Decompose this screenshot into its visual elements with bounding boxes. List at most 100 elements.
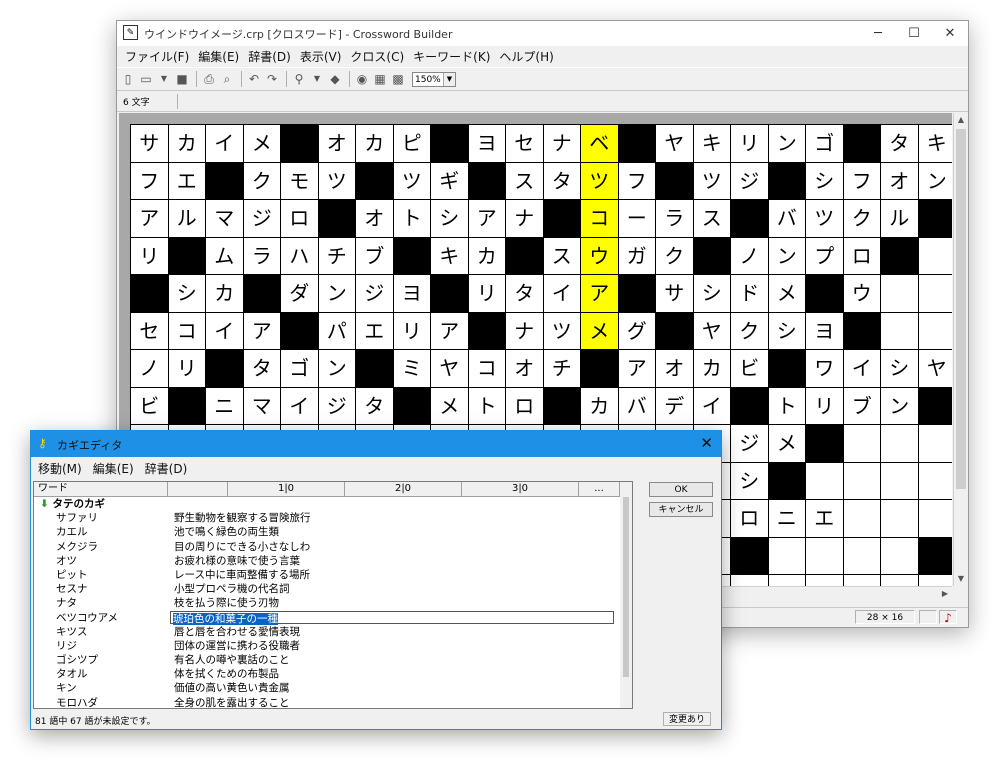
menu-move[interactable]: 移動(M): [34, 460, 86, 477]
menu-file[interactable]: ファイル(F): [121, 48, 193, 65]
grid-cell[interactable]: シ: [731, 462, 769, 500]
grid-cell[interactable]: ト: [468, 387, 506, 425]
grid-cell[interactable]: グ: [618, 312, 656, 350]
grid-cell[interactable]: イ: [843, 350, 881, 388]
grid-cell[interactable]: ク: [656, 237, 694, 275]
grid-cell[interactable]: ツ: [693, 162, 731, 200]
clue-row[interactable]: オツ お疲れ様の意味で使う言葉: [34, 554, 620, 568]
grid-cell[interactable]: フ: [843, 162, 881, 200]
grid-cell[interactable]: ダ: [281, 275, 319, 313]
scroll-right-icon[interactable]: ▶: [938, 587, 952, 601]
grid-cell[interactable]: ン: [318, 350, 356, 388]
black-cell[interactable]: [843, 125, 881, 163]
music-note-icon[interactable]: ♪: [939, 610, 957, 625]
grid-cell[interactable]: ジ: [731, 425, 769, 463]
scroll-down-icon[interactable]: ▼: [954, 572, 968, 586]
undo-icon[interactable]: ↶: [246, 71, 262, 87]
grid-cell[interactable]: ブ: [356, 237, 394, 275]
title-bar[interactable]: ✎ ウインドウイメージ.crp [クロスワード] - Crossword Bui…: [117, 21, 968, 46]
black-cell[interactable]: [168, 237, 206, 275]
grid-cell[interactable]: ビ: [731, 350, 769, 388]
black-cell[interactable]: [918, 537, 952, 575]
black-cell[interactable]: [506, 237, 544, 275]
grid-cell[interactable]: ド: [731, 275, 769, 313]
vertical-scrollbar[interactable]: ▲ ▼: [953, 113, 968, 586]
grid-cell[interactable]: ス: [543, 237, 581, 275]
grid-cell[interactable]: ア: [431, 312, 469, 350]
grid-cell[interactable]: コ: [168, 312, 206, 350]
black-cell[interactable]: [656, 312, 694, 350]
print-icon[interactable]: ⎙: [201, 71, 217, 87]
grid-cell[interactable]: ア: [618, 350, 656, 388]
grid-cell[interactable]: [918, 312, 952, 350]
grid-cell[interactable]: ア: [243, 312, 281, 350]
grid-cell[interactable]: シ: [881, 350, 919, 388]
grid-cell[interactable]: メ: [768, 275, 806, 313]
menu-cross[interactable]: クロス(C): [346, 48, 408, 65]
grid-cell[interactable]: ロ: [843, 237, 881, 275]
clue-row[interactable]: ピット レース中に車両整備する場所: [34, 568, 620, 582]
black-cell[interactable]: [806, 425, 844, 463]
black-cell[interactable]: [131, 275, 169, 313]
grid-cell[interactable]: イ: [206, 125, 244, 163]
dialog-close-button[interactable]: ✕: [700, 434, 713, 452]
black-cell[interactable]: [243, 275, 281, 313]
grid-cell[interactable]: タ: [543, 162, 581, 200]
grid-cell[interactable]: フ: [618, 162, 656, 200]
grid-cell[interactable]: メ: [768, 425, 806, 463]
grid-cell[interactable]: ン: [768, 237, 806, 275]
grid-cell[interactable]: [918, 462, 952, 500]
grid-cell[interactable]: イ: [543, 275, 581, 313]
grid-cell[interactable]: ス: [693, 200, 731, 238]
save-icon[interactable]: ■: [174, 71, 190, 87]
grid-cell[interactable]: ア: [468, 200, 506, 238]
grid-cell[interactable]: チ: [543, 350, 581, 388]
grid-cell[interactable]: ル: [168, 200, 206, 238]
grid-cell[interactable]: セ: [131, 312, 169, 350]
grid-cell[interactable]: シ: [768, 312, 806, 350]
grid-cell[interactable]: カ: [468, 237, 506, 275]
grid-cell[interactable]: ヨ: [468, 125, 506, 163]
grid-cell[interactable]: ヤ: [656, 125, 694, 163]
grid-cell[interactable]: オ: [881, 162, 919, 200]
grid-cell[interactable]: キ: [431, 237, 469, 275]
grid-cell[interactable]: ヤ: [431, 350, 469, 388]
grid-cell[interactable]: プ: [806, 237, 844, 275]
grid-cell[interactable]: モ: [281, 162, 319, 200]
black-cell[interactable]: [843, 312, 881, 350]
black-cell[interactable]: [468, 312, 506, 350]
black-cell[interactable]: [918, 387, 952, 425]
menu-edit[interactable]: 編集(E): [194, 48, 243, 65]
black-cell[interactable]: [656, 162, 694, 200]
grid-cell[interactable]: コ: [581, 200, 619, 238]
grid-cell[interactable]: ロ: [281, 200, 319, 238]
menu-dictionary[interactable]: 辞書(D): [141, 460, 192, 477]
grid-cell[interactable]: メ: [581, 312, 619, 350]
grid-fill-icon[interactable]: ▩: [390, 71, 406, 87]
grid-cell[interactable]: タ: [243, 350, 281, 388]
grid-cell[interactable]: ヤ: [693, 312, 731, 350]
disk-icon[interactable]: ◉: [354, 71, 370, 87]
grid-cell[interactable]: ハ: [281, 237, 319, 275]
grid-cell[interactable]: ア: [131, 200, 169, 238]
grid-cell[interactable]: ウ: [581, 237, 619, 275]
zoom-select[interactable]: 150% ▼: [412, 71, 456, 87]
grid-cell[interactable]: カ: [206, 275, 244, 313]
scroll-thumb[interactable]: [956, 129, 966, 489]
grid-cell[interactable]: サ: [131, 125, 169, 163]
grid-cell[interactable]: ン: [918, 162, 952, 200]
menu-keyword[interactable]: キーワード(K): [409, 48, 494, 65]
grid-cell[interactable]: [918, 425, 952, 463]
black-cell[interactable]: [393, 237, 431, 275]
grid-cell[interactable]: ン: [881, 387, 919, 425]
grid-cell[interactable]: ガ: [618, 237, 656, 275]
grid-cell[interactable]: ラ: [656, 200, 694, 238]
menu-dictionary[interactable]: 辞書(D): [244, 48, 295, 65]
grid-cell[interactable]: セ: [506, 125, 544, 163]
grid-cell[interactable]: ー: [618, 200, 656, 238]
clue-edit-field[interactable]: 琥珀色の和菓子の一種: [170, 610, 614, 625]
grid-cell[interactable]: キ: [918, 125, 952, 163]
grid-cell[interactable]: バ: [768, 200, 806, 238]
black-cell[interactable]: [206, 350, 244, 388]
grid-cell[interactable]: [881, 537, 919, 575]
